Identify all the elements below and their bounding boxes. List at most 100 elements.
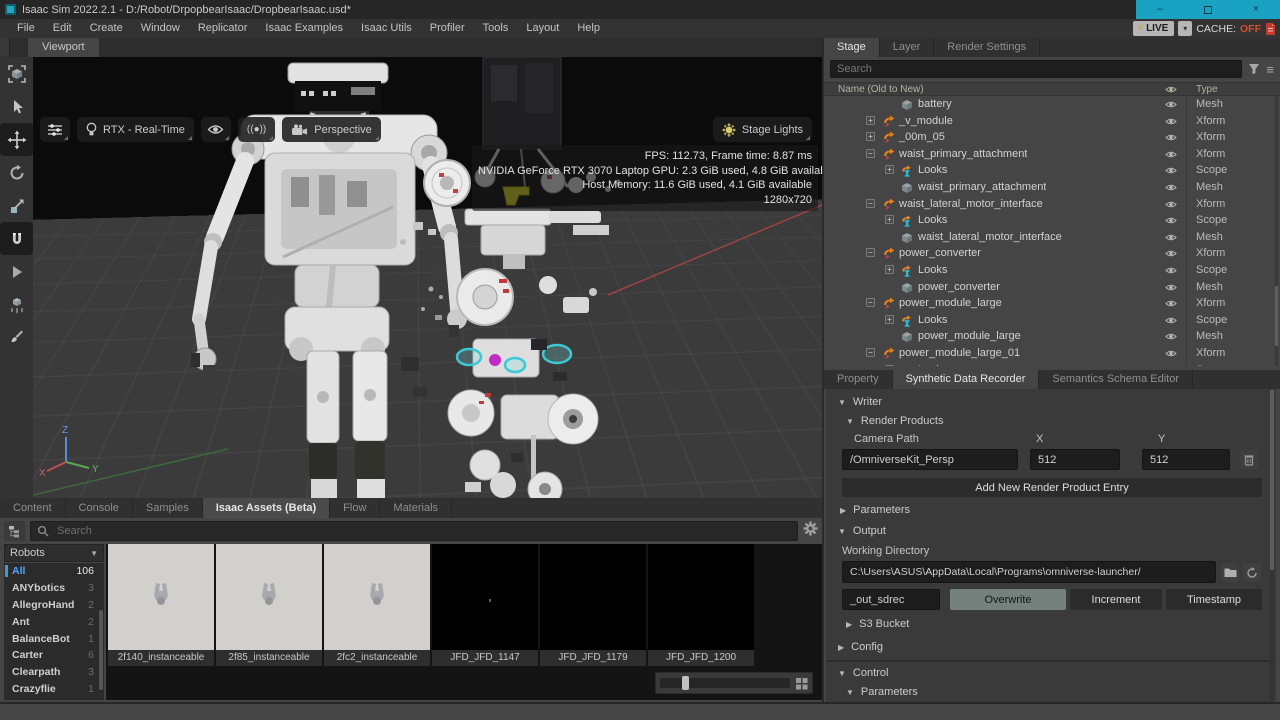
physics-drop-button[interactable] [0, 288, 33, 321]
tab-materials[interactable]: Materials [380, 498, 452, 518]
visibility-eye-icon[interactable] [1165, 266, 1177, 275]
category-allegrohand[interactable]: AllegroHand 2 [4, 597, 104, 614]
stage-row-looks[interactable]: + Looks Scope [824, 312, 1280, 329]
toolbar-expand-chevrons[interactable]: » [386, 117, 395, 142]
tab-layer[interactable]: Layer [880, 38, 935, 57]
visibility-eye-icon[interactable] [1165, 100, 1177, 109]
asset-item-2f85-instanceable[interactable]: 2f85_instanceable [216, 544, 322, 666]
visibility-eye-icon[interactable] [1165, 283, 1177, 292]
asset-item-2f140-instanceable[interactable]: 2f140_instanceable [108, 544, 214, 666]
stage-row-power-module-large[interactable]: power_module_large Mesh [824, 328, 1280, 345]
expander-icon[interactable]: + [866, 116, 875, 125]
asset-item-jfd-jfd-1200[interactable]: JFD_JFD_1200 [648, 544, 754, 666]
tab-content[interactable]: Content [0, 498, 66, 518]
category-all[interactable]: All 106 [4, 563, 104, 580]
visibility-eye-button[interactable] [201, 117, 231, 142]
expander-icon[interactable]: + [885, 265, 894, 274]
section-output[interactable]: ▼ Output [838, 525, 886, 537]
asset-thumbnail[interactable] [108, 544, 214, 650]
visibility-eye-icon[interactable] [1165, 316, 1177, 325]
thumbnail-size-slider[interactable] [655, 672, 813, 694]
category-carter[interactable]: Carter 6 [4, 647, 104, 664]
menu-edit[interactable]: Edit [44, 19, 81, 38]
delete-entry-button[interactable] [1240, 450, 1258, 469]
asset-item-2fc2-instanceable[interactable]: 2fc2_instanceable [324, 544, 430, 666]
minimize-button[interactable]: – [1136, 0, 1184, 19]
category-ant[interactable]: Ant 2 [4, 613, 104, 630]
stage-row-v-module[interactable]: + _v_module Xform [824, 113, 1280, 130]
stage-row-power-converter[interactable]: − power_converter Xform [824, 245, 1280, 262]
snap-magnet-button[interactable] [0, 222, 33, 255]
overwrite-button[interactable]: Overwrite [950, 589, 1066, 610]
refresh-button[interactable] [1243, 563, 1261, 582]
x-resolution-input[interactable] [1030, 449, 1120, 470]
expander-icon[interactable]: − [866, 199, 875, 208]
browse-folder-button[interactable] [1221, 563, 1239, 582]
renderer-selector[interactable]: RTX - Real-Time [77, 117, 194, 142]
expander-icon[interactable]: + [885, 365, 894, 367]
section-render-products[interactable]: ▼ Render Products [846, 415, 943, 427]
timestamp-button[interactable]: Timestamp [1166, 589, 1262, 610]
slider-handle[interactable] [682, 676, 689, 690]
expander-icon[interactable]: + [866, 132, 875, 141]
tab-stage[interactable]: Stage [824, 38, 880, 57]
scale-tool-button[interactable] [0, 189, 33, 222]
menu-isaac-examples[interactable]: Isaac Examples [256, 19, 352, 38]
camera-selector[interactable]: Perspective [282, 117, 380, 142]
output-prefix-input[interactable] [842, 589, 940, 610]
asset-thumbnail[interactable] [432, 544, 538, 650]
working-directory-input[interactable] [842, 561, 1216, 583]
menu-layout[interactable]: Layout [517, 19, 568, 38]
visibility-eye-icon[interactable] [1165, 332, 1177, 341]
stage-row-00m-05[interactable]: + _00m_05 Xform [824, 129, 1280, 146]
category-scrollbar[interactable] [99, 610, 103, 690]
expander-icon[interactable]: − [866, 149, 875, 158]
live-button[interactable]: ⚡ LIVE [1133, 21, 1174, 36]
y-resolution-input[interactable] [1142, 449, 1230, 470]
select-mode-button[interactable] [0, 57, 33, 90]
live-dropdown-button[interactable]: ▾ [1178, 21, 1192, 36]
category-crazyflie[interactable]: Crazyflie 1 [4, 681, 104, 698]
add-render-product-button[interactable]: Add New Render Product Entry [842, 478, 1262, 497]
asset-thumbnail[interactable] [216, 544, 322, 650]
expander-icon[interactable]: + [885, 165, 894, 174]
category-dropdown[interactable]: Robots ▼ [4, 544, 104, 562]
dock-grip-icon[interactable] [0, 38, 10, 57]
paint-brush-button[interactable] [0, 321, 33, 354]
column-name[interactable]: Name (Old to New) [838, 83, 924, 96]
category-anybotics[interactable]: ANYbotics 3 [4, 580, 104, 597]
tab-samples[interactable]: Samples [133, 498, 203, 518]
section-control-parameters[interactable]: ▼ Parameters [846, 686, 918, 698]
recorder-scrollbar[interactable] [1270, 390, 1274, 719]
cursor-tool-button[interactable] [0, 90, 33, 123]
category-clearpath[interactable]: Clearpath 3 [4, 664, 104, 681]
viewport-settings-button[interactable] [40, 117, 70, 142]
filter-icon[interactable] [1248, 63, 1260, 75]
stage-row-looks[interactable]: + Looks Scope [824, 162, 1280, 179]
stage-search-input[interactable] [830, 60, 1242, 78]
visibility-eye-icon[interactable] [1165, 166, 1177, 175]
visibility-eye-icon[interactable] [1165, 249, 1177, 258]
viewport[interactable]: Z Y X RTX - Real-Time [0, 57, 822, 498]
tab-viewport[interactable]: Viewport [28, 38, 99, 57]
stage-row-power-converter[interactable]: power_converter Mesh [824, 279, 1280, 296]
stage-scrollbar[interactable] [1275, 96, 1278, 366]
column-type[interactable]: Type [1196, 83, 1218, 96]
section-writer[interactable]: ▼ Writer [838, 396, 882, 408]
stage-row-looks[interactable]: + Looks Scope [824, 212, 1280, 229]
tab-render-settings[interactable]: Render Settings [934, 38, 1040, 57]
visibility-eye-icon[interactable] [1165, 117, 1177, 126]
menu-tools[interactable]: Tools [474, 19, 518, 38]
grid-view-icon[interactable] [795, 677, 808, 690]
visibility-eye-icon[interactable] [1165, 133, 1177, 142]
section-config[interactable]: ▶ Config [838, 641, 883, 653]
stage-row-battery[interactable]: battery Mesh [824, 96, 1280, 113]
tab-flow[interactable]: Flow [330, 498, 380, 518]
menu-file[interactable]: File [8, 19, 44, 38]
tab-semantics-schema-editor[interactable]: Semantics Schema Editor [1039, 370, 1193, 389]
stage-row-waist-lateral-motor-interface[interactable]: − waist_lateral_motor_interface Xform [824, 196, 1280, 213]
audio-button[interactable]: ((●)) [238, 117, 275, 142]
visibility-eye-icon[interactable] [1165, 200, 1177, 209]
stage-lights-button[interactable]: Stage Lights [713, 117, 812, 142]
visibility-eye-icon[interactable] [1165, 366, 1177, 367]
